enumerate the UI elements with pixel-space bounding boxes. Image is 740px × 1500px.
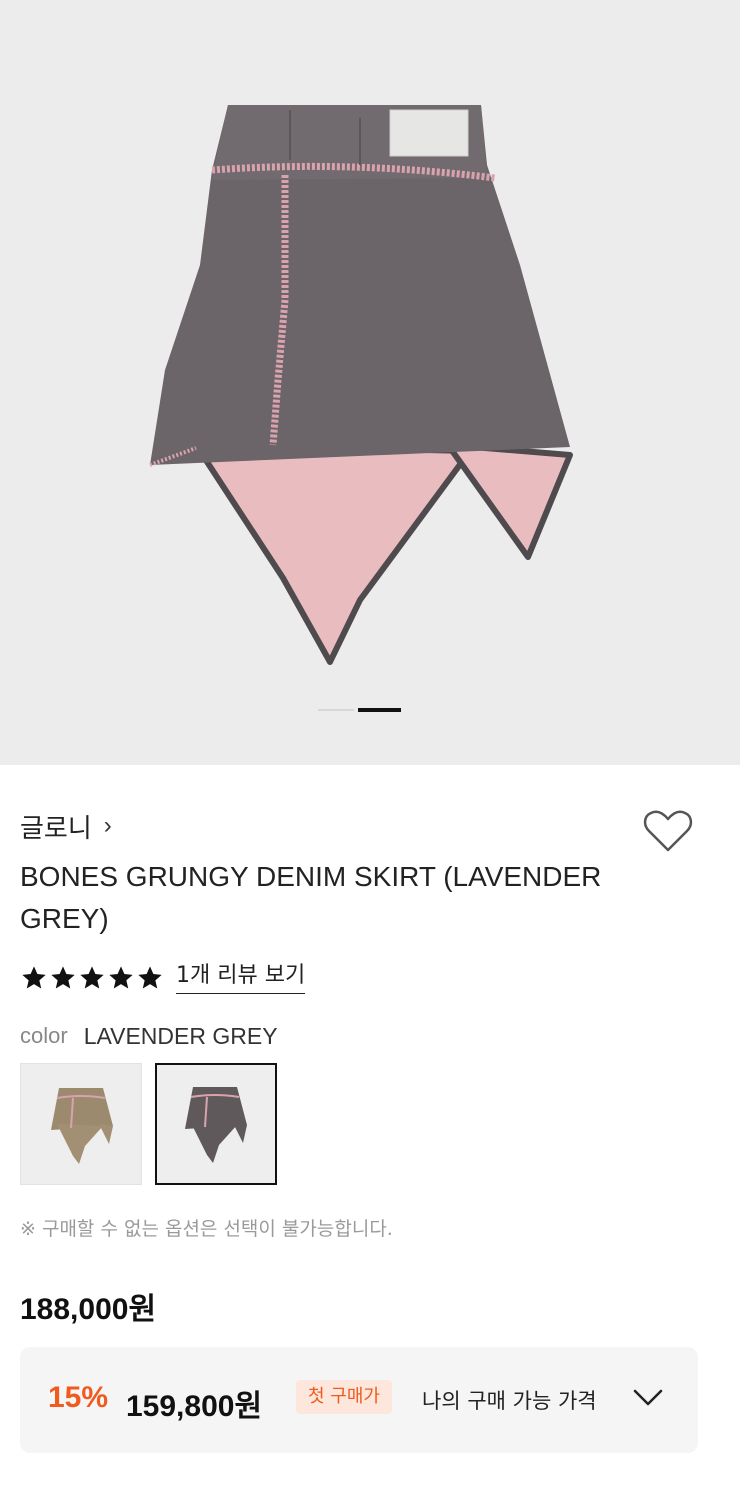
chevron-right-icon: › xyxy=(103,812,112,839)
option-label: color LAVENDER GREY xyxy=(20,1020,278,1052)
discount-rate: 15% xyxy=(48,1381,109,1414)
pager-indicator-1[interactable] xyxy=(318,709,354,711)
first-purchase-badge: 첫 구매가 xyxy=(296,1380,392,1414)
star-icon xyxy=(22,966,46,989)
option-selected-value: LAVENDER GREY xyxy=(83,1022,278,1049)
product-image xyxy=(149,105,573,665)
pager-indicator-2-active[interactable] xyxy=(358,708,401,712)
lavender-grey-skirt-thumbnail xyxy=(185,1087,247,1163)
star-icon xyxy=(51,966,75,989)
star-icon xyxy=(109,966,133,989)
heart-outline-icon xyxy=(643,810,693,852)
option-key: color xyxy=(20,1023,68,1048)
review-link[interactable]: 1개 리뷰 보기 xyxy=(176,963,306,994)
wishlist-button[interactable] xyxy=(640,806,696,858)
product-image-gallery[interactable] xyxy=(0,0,740,765)
gallery-pager xyxy=(0,708,740,712)
beige-skirt-thumbnail xyxy=(51,1088,113,1164)
chevron-down-icon xyxy=(633,1389,663,1406)
option-notice: ※ 구매할 수 없는 옵션은 선택이 불가능합니다. xyxy=(20,1218,393,1240)
my-price-label: 나의 구매 가능 가격 xyxy=(422,1389,597,1413)
discounted-price: 159,800원 xyxy=(126,1390,263,1423)
star-rating xyxy=(20,964,164,992)
original-price: 188,000원 xyxy=(20,1293,157,1326)
swatch-lavender-grey[interactable] xyxy=(155,1063,277,1185)
product-title: BONES GRUNGY DENIM SKIRT (LAVENDER GREY) xyxy=(20,861,602,934)
brand-link[interactable]: 글로니 › xyxy=(20,806,112,846)
brand-name: 글로니 xyxy=(20,813,92,844)
my-price-dropdown[interactable]: 15% 159,800원 첫 구매가 나의 구매 가능 가격 xyxy=(20,1347,698,1453)
star-icon xyxy=(138,966,162,989)
star-icon xyxy=(80,966,104,989)
swatch-beige[interactable] xyxy=(20,1063,142,1185)
rating-row: 1개 리뷰 보기 xyxy=(20,960,306,996)
